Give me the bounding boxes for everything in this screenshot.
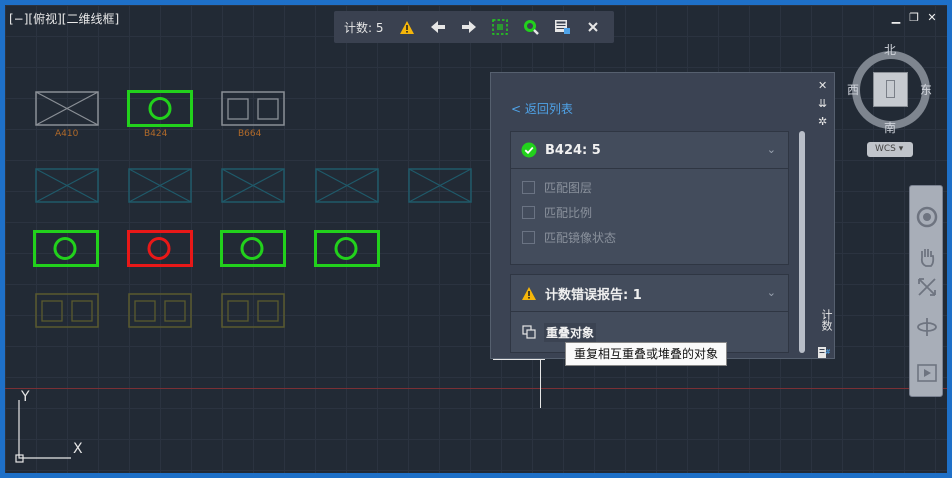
match-layer-option: 匹配图层 bbox=[511, 175, 788, 200]
restore-icon[interactable]: ❐ bbox=[909, 12, 919, 24]
match-layer-label: 匹配图层 bbox=[544, 181, 593, 195]
navigation-bar bbox=[909, 185, 943, 397]
ucs-y-label: Y bbox=[21, 389, 30, 405]
block-count-title: B424: 5 bbox=[545, 142, 601, 158]
match-scale-option: 匹配比例 bbox=[511, 200, 788, 225]
chevron-down-icon: ▾ bbox=[898, 144, 904, 154]
check-circle-icon bbox=[521, 142, 537, 158]
match-mirror-label: 匹配镜像状态 bbox=[544, 231, 617, 245]
match-mirror-checkbox[interactable] bbox=[522, 231, 535, 244]
pan-hand-icon[interactable] bbox=[915, 244, 939, 270]
block-count-header[interactable]: B424: 5 ⌄ bbox=[511, 132, 788, 169]
palette-title: 计数 bbox=[820, 309, 833, 331]
insert-table-icon[interactable] bbox=[547, 11, 578, 43]
match-mirror-option: 匹配镜像状态 bbox=[511, 225, 788, 250]
chevron-down-icon[interactable]: ⌄ bbox=[767, 286, 776, 299]
count-toolbar: 计数: 5 bbox=[334, 11, 614, 43]
ucs-x-label: X bbox=[73, 441, 83, 457]
block-b424-overlap-error[interactable] bbox=[127, 230, 195, 268]
autohide-icon[interactable]: ⇊ bbox=[818, 97, 827, 110]
block-a410-instance[interactable] bbox=[315, 168, 381, 204]
properties-icon[interactable]: ✲ bbox=[818, 115, 827, 128]
block-a410-instance[interactable] bbox=[35, 168, 101, 204]
showmotion-icon[interactable] bbox=[915, 360, 939, 386]
error-report-header[interactable]: 计数错误报告: 1 ⌄ bbox=[511, 275, 788, 312]
block-b424-selected[interactable] bbox=[127, 90, 195, 128]
block-a410-instance[interactable] bbox=[221, 168, 287, 204]
previous-arrow-icon[interactable] bbox=[423, 11, 454, 43]
close-icon[interactable]: ✕ bbox=[927, 12, 937, 24]
count-palette-icon: # bbox=[818, 347, 830, 358]
compass-south[interactable]: 南 bbox=[884, 119, 896, 136]
block-label-b664: B664 bbox=[238, 129, 262, 139]
match-scale-checkbox[interactable] bbox=[522, 206, 535, 219]
zoom-object-icon[interactable] bbox=[516, 11, 547, 43]
block-a410-instance[interactable] bbox=[128, 168, 194, 204]
crosshair-cursor-horizontal bbox=[493, 359, 545, 360]
viewport-window-controls: ▁ ❐ ✕ bbox=[891, 12, 937, 24]
match-layer-checkbox[interactable] bbox=[522, 181, 535, 194]
close-palette-icon[interactable]: ✕ bbox=[818, 79, 827, 92]
block-label-b424: B424 bbox=[144, 129, 168, 139]
block-b664[interactable] bbox=[221, 91, 287, 127]
count-label: 计数: 5 bbox=[344, 20, 384, 35]
count-palette: < 返回列表 B424: 5 ⌄ 匹配图层 匹配比例 匹配镜像状态 计数错误报告… bbox=[490, 72, 835, 359]
viewcube-top-label bbox=[886, 80, 895, 98]
compass-east[interactable]: 东 bbox=[920, 81, 932, 98]
next-arrow-icon[interactable] bbox=[454, 11, 485, 43]
tooltip: 重复相互重叠或堆叠的对象 bbox=[565, 342, 728, 366]
block-b424-instance[interactable] bbox=[33, 230, 101, 268]
block-count-section: B424: 5 ⌄ 匹配图层 匹配比例 匹配镜像状态 bbox=[510, 131, 789, 265]
block-b664-instance[interactable] bbox=[221, 293, 287, 329]
orbit-icon[interactable] bbox=[915, 314, 939, 340]
block-b424-instance[interactable] bbox=[314, 230, 382, 268]
compass-west[interactable]: 西 bbox=[847, 81, 859, 98]
block-a410[interactable] bbox=[35, 91, 101, 127]
steering-wheel-icon[interactable] bbox=[915, 204, 939, 230]
viewport-label[interactable]: [−][俯视][二维线框] bbox=[9, 10, 119, 27]
panel-scrollbar[interactable] bbox=[799, 131, 805, 353]
close-count-icon[interactable] bbox=[578, 11, 609, 43]
select-area-icon[interactable] bbox=[485, 11, 516, 43]
wcs-menu[interactable]: WCS ▾ bbox=[867, 142, 913, 157]
palette-title-bar[interactable]: ✕ ⇊ ✲ 计数 # bbox=[814, 73, 834, 358]
svg-text:#: # bbox=[825, 348, 830, 356]
compass-north[interactable]: 北 bbox=[884, 41, 896, 58]
overlapping-objects-label: 重叠对象 bbox=[544, 322, 597, 342]
minimize-icon[interactable]: ▁ bbox=[891, 12, 901, 24]
warning-icon bbox=[522, 286, 536, 300]
wcs-label: WCS bbox=[875, 144, 896, 154]
drawing-viewport[interactable]: [−][俯视][二维线框] ▁ ❐ ✕ 计数: 5 A410 B424 B664… bbox=[5, 5, 947, 473]
block-b664-instance[interactable] bbox=[128, 293, 194, 329]
x-axis-line bbox=[5, 388, 947, 389]
block-a410-instance[interactable] bbox=[408, 168, 474, 204]
chevron-down-icon[interactable]: ⌄ bbox=[767, 143, 776, 156]
zoom-extents-icon[interactable] bbox=[915, 274, 939, 300]
back-to-list-link[interactable]: < 返回列表 bbox=[511, 100, 573, 117]
warning-icon[interactable] bbox=[392, 11, 423, 43]
block-b424-instance[interactable] bbox=[220, 230, 288, 268]
crosshair-cursor-vertical bbox=[540, 360, 541, 408]
error-report-title: 计数错误报告: 1 bbox=[545, 287, 642, 303]
viewcube-top-face[interactable] bbox=[873, 72, 908, 107]
block-label-a410: A410 bbox=[55, 129, 79, 139]
match-scale-label: 匹配比例 bbox=[544, 206, 593, 220]
count-value: 5 bbox=[375, 20, 384, 35]
overlap-icon bbox=[522, 325, 536, 339]
block-b664-instance[interactable] bbox=[35, 293, 101, 329]
